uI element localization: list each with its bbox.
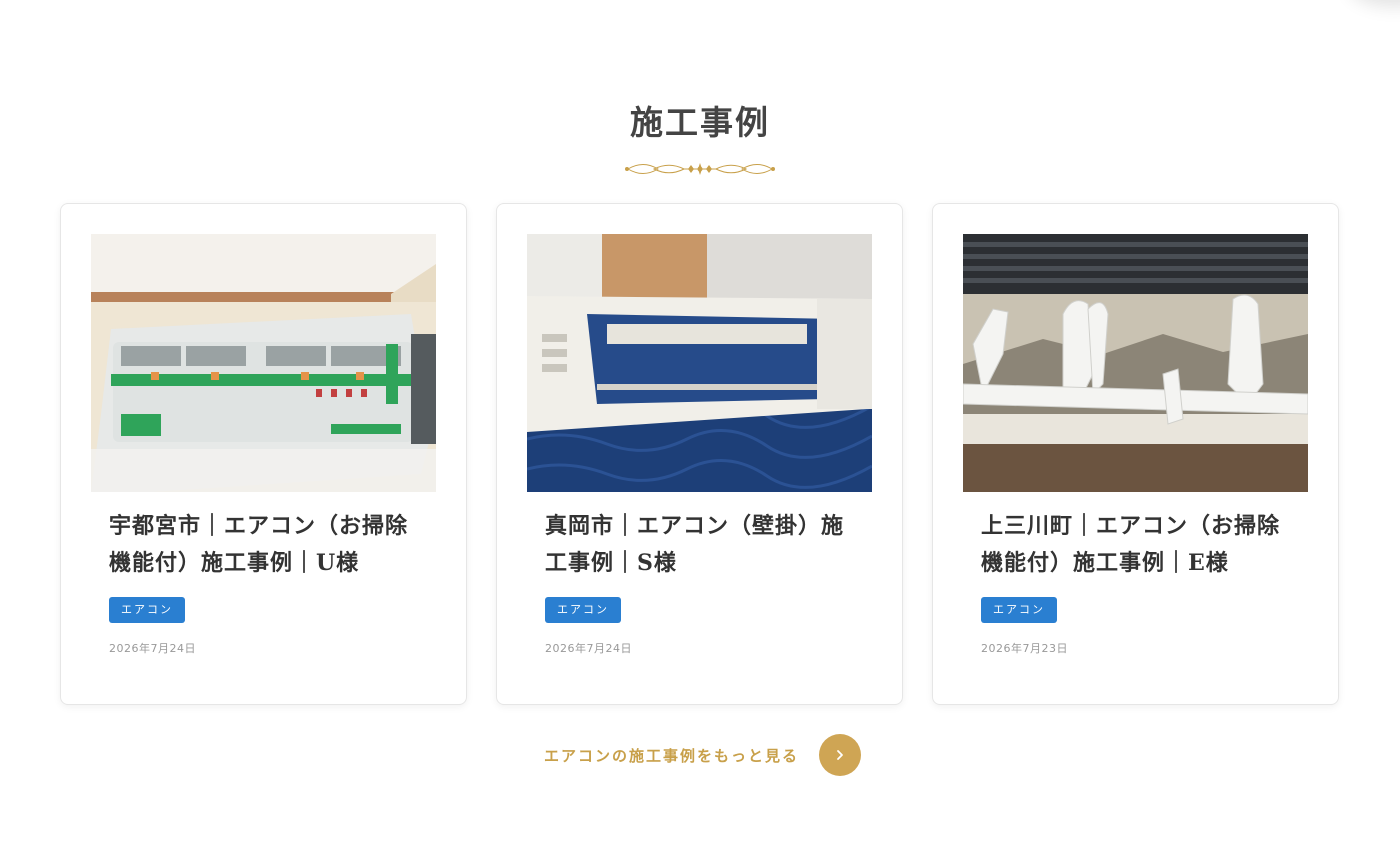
more-cases-label[interactable]: エアコンの施工事例をもっと見る [544,745,799,766]
category-tag[interactable]: エアコン [109,597,185,623]
case-title[interactable]: 宇都宮市｜エアコン（お掃除機能付）施工事例｜U様 [109,508,429,582]
case-photo[interactable] [91,234,436,492]
case-title[interactable]: 上三川町｜エアコン（お掃除機能付）施工事例｜E様 [981,508,1301,582]
case-title[interactable]: 真岡市｜エアコン（壁掛）施工事例｜S様 [545,508,865,582]
case-card[interactable]: 宇都宮市｜エアコン（お掃除機能付）施工事例｜U様 エアコン 2026年7月24日 [60,203,467,705]
section-title: 施工事例 [630,103,770,142]
post-date: 2026年7月24日 [545,642,632,655]
category-tag[interactable]: エアコン [981,597,1057,623]
chevron-right-icon[interactable] [819,734,862,776]
post-date: 2026年7月24日 [109,642,196,655]
title-ornament [625,163,775,175]
case-photo[interactable] [963,234,1308,492]
case-study-list: 宇都宮市｜エアコン（お掃除機能付）施工事例｜U様 エアコン 2026年7月24日 [60,203,1340,705]
case-card[interactable]: 真岡市｜エアコン（壁掛）施工事例｜S様 エアコン 2026年7月24日 [496,203,903,705]
post-date: 2026年7月23日 [981,642,1068,655]
case-photo[interactable] [527,234,872,492]
case-card[interactable]: 上三川町｜エアコン（お掃除機能付）施工事例｜E様 エアコン 2026年7月23日 [932,203,1339,705]
category-tag[interactable]: エアコン [545,597,621,623]
more-cases-link[interactable]: エアコンの施工事例をもっと見る [544,734,862,776]
